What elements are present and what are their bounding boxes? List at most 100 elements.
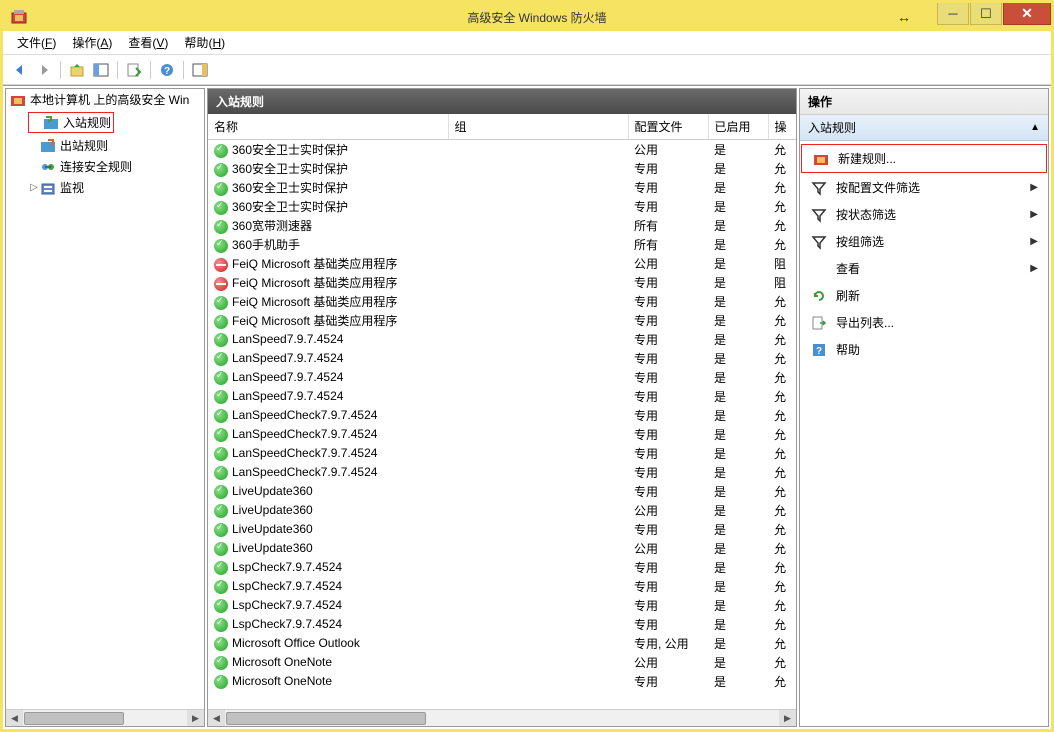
svg-text:?: ? [816,346,822,357]
table-row[interactable]: LspCheck7.9.7.4524专用是允 [208,577,796,596]
table-row[interactable]: FeiQ Microsoft 基础类应用程序专用是阻 [208,273,796,292]
tree-root[interactable]: 本地计算机 上的高级安全 Win [6,89,204,110]
tree-item[interactable]: 入站规则 [24,110,204,135]
action-label: 导出列表... [836,314,894,331]
allow-icon [214,371,228,385]
table-row[interactable]: LiveUpdate360公用是允 [208,501,796,520]
table-row[interactable]: 360手机助手所有是允 [208,235,796,254]
rule-profile: 专用 [628,387,708,406]
menu-file[interactable]: 文件(F) [9,32,64,53]
rule-action: 允 [768,653,796,672]
table-row[interactable]: LanSpeedCheck7.9.7.4524专用是允 [208,406,796,425]
action-item[interactable]: 查看▶ [800,255,1048,282]
rule-name: Microsoft Office Outlook [232,636,360,650]
table-row[interactable]: LspCheck7.9.7.4524专用是允 [208,596,796,615]
col-profile[interactable]: 配置文件 [628,114,708,140]
menu-help[interactable]: 帮助(H) [176,32,233,53]
col-group[interactable]: 组 [448,114,628,140]
table-row[interactable]: 360安全卫士实时保护公用是允 [208,140,796,160]
show-hide-action-button[interactable] [189,59,211,81]
rule-action: 允 [768,558,796,577]
action-item[interactable]: 按状态筛选▶ [800,201,1048,228]
rule-enabled: 是 [708,216,768,235]
tree-item[interactable]: ▷监视 [24,177,204,198]
rules-table: 名称 组 配置文件 已启用 操 360安全卫士实时保护公用是允360安全卫士实时… [208,114,796,691]
action-item[interactable]: 新建规则... [801,144,1047,173]
table-row[interactable]: FeiQ Microsoft 基础类应用程序专用是允 [208,292,796,311]
allow-icon [214,542,228,556]
action-item[interactable]: 按组筛选▶ [800,228,1048,255]
rule-enabled: 是 [708,444,768,463]
rule-group [448,330,628,349]
table-row[interactable]: LiveUpdate360公用是允 [208,539,796,558]
tree-item[interactable]: 出站规则 [24,135,204,156]
table-row[interactable]: LanSpeedCheck7.9.7.4524专用是允 [208,425,796,444]
allow-icon [214,523,228,537]
table-row[interactable]: LiveUpdate360专用是允 [208,520,796,539]
col-name[interactable]: 名称 [208,114,448,140]
tree-scroll-left[interactable]: ◀ [6,710,23,727]
table-row[interactable]: Microsoft OneNote公用是允 [208,653,796,672]
table-row[interactable]: 360宽带测速器所有是允 [208,216,796,235]
rule-group [448,349,628,368]
table-row[interactable]: 360安全卫士实时保护专用是允 [208,159,796,178]
table-row[interactable]: LanSpeed7.9.7.4524专用是允 [208,387,796,406]
list-scroll-right[interactable]: ▶ [779,710,796,727]
col-action[interactable]: 操 [768,114,796,140]
rule-name: LiveUpdate360 [232,541,313,555]
rule-enabled: 是 [708,539,768,558]
table-row[interactable]: LanSpeed7.9.7.4524专用是允 [208,330,796,349]
list-scroll-thumb[interactable] [226,712,426,725]
table-row[interactable]: LanSpeed7.9.7.4524专用是允 [208,368,796,387]
table-row[interactable]: 360安全卫士实时保护专用是允 [208,197,796,216]
rule-name: LanSpeed7.9.7.4524 [232,332,343,346]
table-row[interactable]: LspCheck7.9.7.4524专用是允 [208,615,796,634]
action-item[interactable]: ?帮助 [800,336,1048,363]
rule-action: 允 [768,444,796,463]
table-row[interactable]: LanSpeedCheck7.9.7.4524专用是允 [208,444,796,463]
help-button[interactable]: ? [156,59,178,81]
rule-group [448,482,628,501]
table-row[interactable]: LspCheck7.9.7.4524专用是允 [208,558,796,577]
export-button[interactable] [123,59,145,81]
close-button[interactable]: ✕ [1003,3,1051,25]
nav-forward-button[interactable] [33,59,55,81]
col-enabled[interactable]: 已启用 [708,114,768,140]
action-item[interactable]: 按配置文件筛选▶ [800,174,1048,201]
menu-view[interactable]: 查看(V) [120,32,176,53]
allow-icon [214,675,228,689]
collapse-icon[interactable]: ▲ [1030,122,1040,133]
table-row[interactable]: Microsoft Office Outlook专用, 公用是允 [208,634,796,653]
rule-enabled: 是 [708,672,768,691]
action-item[interactable]: 刷新 [800,282,1048,309]
rule-group [448,387,628,406]
rule-profile: 所有 [628,216,708,235]
list-scroll-left[interactable]: ◀ [208,710,225,727]
maximize-button[interactable]: ☐ [970,3,1002,25]
tree-scroll-right[interactable]: ▶ [187,710,204,727]
table-row[interactable]: LanSpeed7.9.7.4524专用是允 [208,349,796,368]
rule-action: 允 [768,463,796,482]
rule-group [448,672,628,691]
rule-enabled: 是 [708,349,768,368]
menu-action[interactable]: 操作(A) [64,32,120,53]
allow-icon [214,447,228,461]
nav-back-button[interactable] [9,59,31,81]
table-row[interactable]: FeiQ Microsoft 基础类应用程序公用是阻 [208,254,796,273]
rule-group [448,178,628,197]
up-button[interactable] [66,59,88,81]
action-item[interactable]: 导出列表... [800,309,1048,336]
tree-icon [40,180,56,196]
tree-item[interactable]: 连接安全规则 [24,156,204,177]
rule-name: 360安全卫士实时保护 [232,181,348,195]
minimize-button[interactable]: ─ [937,3,969,25]
table-row[interactable]: LanSpeedCheck7.9.7.4524专用是允 [208,463,796,482]
show-hide-tree-button[interactable] [90,59,112,81]
table-row[interactable]: FeiQ Microsoft 基础类应用程序专用是允 [208,311,796,330]
table-row[interactable]: 360安全卫士实时保护专用是允 [208,178,796,197]
table-row[interactable]: Microsoft OneNote专用是允 [208,672,796,691]
rule-action: 允 [768,406,796,425]
table-row[interactable]: LiveUpdate360专用是允 [208,482,796,501]
rule-action: 允 [768,311,796,330]
tree-scroll-thumb[interactable] [24,712,124,725]
